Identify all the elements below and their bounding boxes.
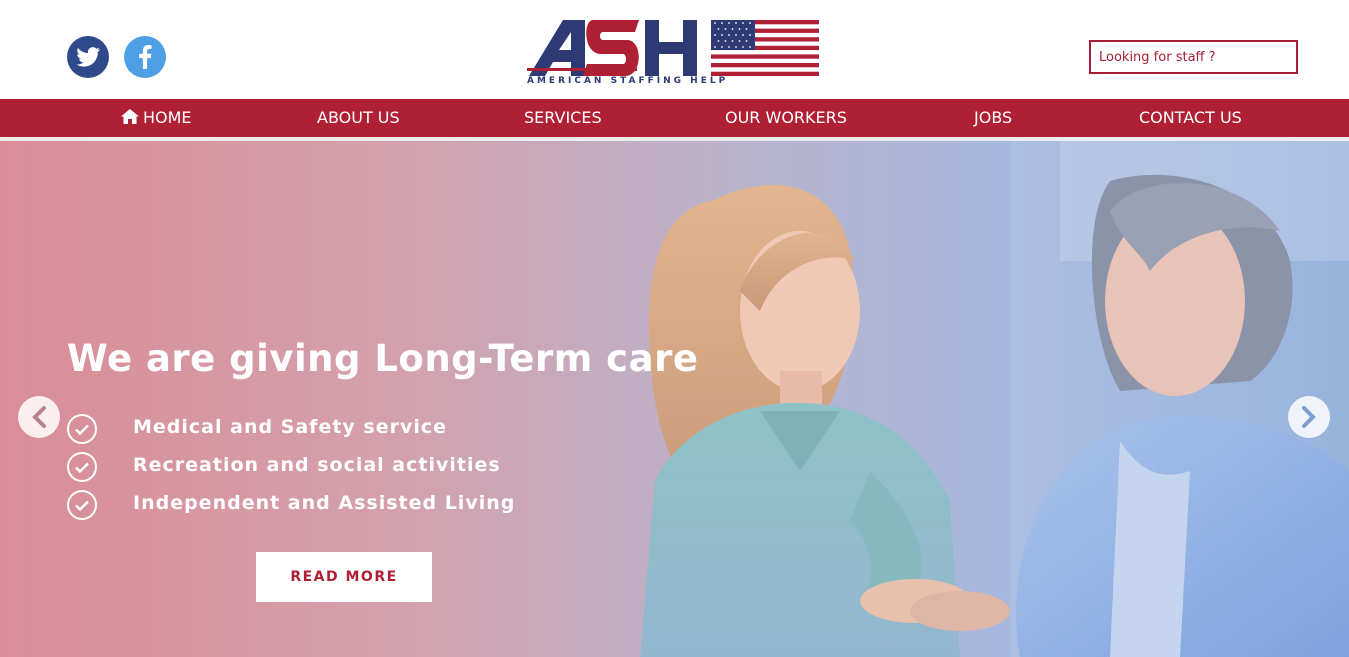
nav-item-services[interactable]: SERVICES bbox=[524, 99, 602, 137]
feature-text: Medical and Safety service bbox=[133, 416, 448, 438]
slider-prev-button[interactable] bbox=[18, 396, 60, 438]
nav-item-jobs[interactable]: JOBS bbox=[974, 99, 1012, 137]
us-flag-icon bbox=[711, 20, 819, 76]
hero-title: We are giving Long-Term care bbox=[67, 337, 699, 380]
nav-item-our-workers[interactable]: OUR WORKERS bbox=[725, 99, 847, 137]
nav-item-contact-us[interactable]: CONTACT US bbox=[1139, 99, 1242, 137]
nav-item-home[interactable]: HOME bbox=[121, 99, 192, 137]
check-circle-icon bbox=[67, 452, 97, 482]
check-circle-icon bbox=[67, 414, 97, 444]
twitter-link[interactable] bbox=[67, 36, 109, 78]
feature-text: Independent and Assisted Living bbox=[133, 492, 516, 514]
slider-next-button[interactable] bbox=[1288, 396, 1330, 438]
facebook-icon bbox=[139, 45, 152, 69]
chevron-left-icon bbox=[32, 406, 46, 428]
check-circle-icon bbox=[67, 490, 97, 520]
site-logo[interactable]: AMERICAN STAFFING HELP bbox=[527, 18, 822, 90]
ash-logo-mark bbox=[527, 20, 697, 76]
hero-background-image bbox=[640, 141, 1349, 657]
hero-slider: We are giving Long-Term care Medical and… bbox=[0, 141, 1349, 657]
feature-text: Recreation and social activities bbox=[133, 454, 501, 476]
main-nav: HOME ABOUT US SERVICES OUR WORKERS JOBS … bbox=[0, 99, 1349, 137]
read-more-button[interactable]: READ MORE bbox=[256, 552, 432, 602]
chevron-right-icon bbox=[1302, 406, 1316, 428]
home-icon bbox=[121, 109, 139, 124]
site-header: AMERICAN STAFFING HELP bbox=[0, 0, 1349, 99]
twitter-icon bbox=[76, 47, 100, 67]
facebook-link[interactable] bbox=[124, 36, 166, 78]
logo-subtitle: AMERICAN STAFFING HELP bbox=[527, 76, 729, 86]
staff-search-input[interactable] bbox=[1089, 40, 1298, 74]
nav-item-label: HOME bbox=[143, 108, 192, 127]
nav-item-about-us[interactable]: ABOUT US bbox=[317, 99, 400, 137]
